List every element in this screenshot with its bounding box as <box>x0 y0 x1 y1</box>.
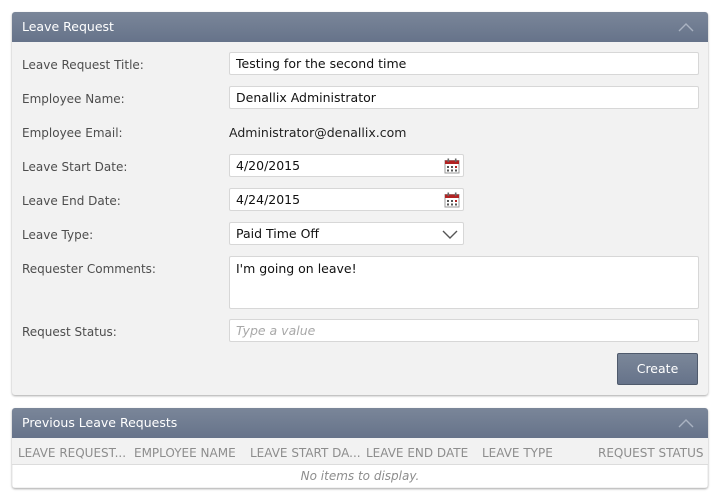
leave-end-date-value: 4/24/2015 <box>236 192 301 207</box>
requester-comments-label: Requester Comments: <box>22 262 156 276</box>
chevron-up-icon[interactable] <box>678 21 694 33</box>
request-status-label: Request Status: <box>22 325 117 339</box>
leave-end-date-label: Leave End Date: <box>22 194 121 208</box>
column-header-leave-start-date[interactable]: LEAVE START DA... <box>250 446 361 460</box>
grid-body: No items to display. <box>13 465 707 487</box>
leave-type-dropdown[interactable]: Paid Time Off <box>229 222 464 245</box>
leave-end-date-input[interactable]: 4/24/2015 <box>229 188 464 211</box>
employee-name-value: Denallix Administrator <box>236 90 376 105</box>
leave-type-label: Leave Type: <box>22 228 94 242</box>
leave-request-title-value: Testing for the second time <box>236 56 407 71</box>
panel-header: Previous Leave Requests <box>12 408 708 438</box>
leave-type-value: Paid Time Off <box>236 226 320 241</box>
employee-name-label: Employee Name: <box>22 92 125 106</box>
panel-title: Previous Leave Requests <box>22 415 178 430</box>
employee-email-label: Employee Email: <box>22 126 123 140</box>
column-header-leave-end-date[interactable]: LEAVE END DATE <box>366 446 468 460</box>
chevron-up-icon[interactable] <box>678 417 694 429</box>
leave-request-panel: Leave Request Leave Request Title: Testi… <box>12 12 708 395</box>
leave-request-title-input[interactable]: Testing for the second time <box>229 52 699 75</box>
leave-start-date-value: 4/20/2015 <box>236 158 301 173</box>
leave-start-date-label: Leave Start Date: <box>22 160 128 174</box>
leave-request-title-label: Leave Request Title: <box>22 58 144 72</box>
column-header-employee-name[interactable]: EMPLOYEE NAME <box>134 446 236 460</box>
request-status-placeholder: Type a value <box>236 323 316 338</box>
request-status-input[interactable]: Type a value <box>229 319 699 342</box>
panel-title: Leave Request <box>22 19 114 34</box>
leave-start-date-input[interactable]: 4/20/2015 <box>229 154 464 177</box>
panel-header: Leave Request <box>12 12 708 42</box>
employee-email-value: Administrator@denallix.com <box>229 125 407 140</box>
calendar-icon[interactable] <box>444 158 460 174</box>
previous-leave-requests-panel: Previous Leave Requests LEAVE REQUEST...… <box>12 408 708 488</box>
chevron-down-icon[interactable] <box>441 228 459 240</box>
empty-message: No items to display. <box>300 469 420 483</box>
employee-name-input[interactable]: Denallix Administrator <box>229 86 699 109</box>
column-header-request-status[interactable]: REQUEST STATUS <box>598 446 704 460</box>
grid-header: LEAVE REQUEST... EMPLOYEE NAME LEAVE STA… <box>12 438 708 465</box>
requester-comments-textarea[interactable]: I'm going on leave! <box>229 256 699 309</box>
create-button[interactable]: Create <box>617 353 698 385</box>
requester-comments-value: I'm going on leave! <box>236 261 357 276</box>
column-header-leave-type[interactable]: LEAVE TYPE <box>482 446 553 460</box>
calendar-icon[interactable] <box>444 192 460 208</box>
column-header-leave-request[interactable]: LEAVE REQUEST... <box>18 446 126 460</box>
